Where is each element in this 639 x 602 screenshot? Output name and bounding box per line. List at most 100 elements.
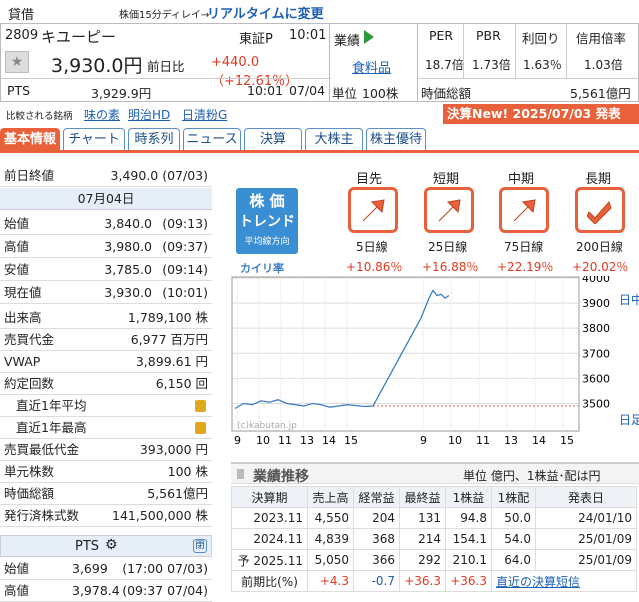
stat-row: 出来高 1,789,100 株 — [0, 307, 212, 329]
compare-row: 比較される銘柄 味の素 明治HD 日清粉G — [0, 102, 440, 124]
table-header: 1株配 — [491, 486, 536, 508]
ohlc-row: 始値 3,840.0 (09:13) — [0, 213, 212, 235]
market: 東証P — [239, 32, 273, 47]
last-time: (10:01) — [162, 285, 208, 300]
pts-high-time: (09:37 07/04) — [122, 583, 208, 598]
pbr-label: PBR — [476, 28, 501, 43]
per-label: PER — [429, 28, 454, 43]
lock-icon[interactable] — [195, 400, 206, 412]
stat-label: 直近1年平均 — [16, 398, 87, 413]
stat-label: 時価総額 — [4, 486, 55, 501]
stat-row: 時価総額 5,561億円 — [0, 483, 212, 505]
stat-value: 100 株 — [167, 464, 208, 479]
stat-label: 出来高 — [4, 310, 42, 325]
compare-label: 比較される銘柄 — [6, 111, 73, 122]
tab-kessan[interactable]: 決算 — [244, 128, 302, 150]
x-tick-label: 15 — [560, 434, 574, 447]
compare-link-3[interactable]: 日清粉G — [182, 106, 227, 123]
star-icon[interactable]: ★ — [5, 51, 29, 73]
lock-icon[interactable] — [195, 422, 206, 434]
trend-up-arrow-icon[interactable] — [424, 187, 474, 233]
kessan-tanshin-link[interactable]: 直近の決算短信 — [496, 575, 580, 589]
trend-up-arrow-icon[interactable] — [348, 187, 398, 233]
prev-close-row: 前日終値 3,490.0 (07/03) — [0, 165, 212, 187]
tab-underline — [0, 150, 639, 153]
high-time: (09:37) — [162, 239, 208, 254]
open-time: (09:13) — [162, 216, 208, 231]
trend-period: 長期 — [585, 172, 612, 187]
tab-basic-info[interactable]: 基本情報 — [0, 128, 60, 150]
x-tick-label: 11 — [278, 434, 292, 447]
trend-rate: +22.19％ — [497, 260, 554, 274]
y-tick-label: 3800 — [582, 322, 610, 335]
unit-value: 100株 — [362, 86, 399, 101]
stat-label: 単元株数 — [4, 464, 55, 479]
perf-marker-icon — [237, 469, 244, 479]
tab-timeseries[interactable]: 時系列 — [128, 128, 180, 150]
pts-row: 始値 3,699 (17:00 07/03) — [0, 558, 212, 580]
trend-rate: +10.86％ — [346, 260, 403, 274]
chart-side-label-2[interactable]: 日足 — [619, 413, 639, 427]
compare-link-2[interactable]: 明治HD — [128, 106, 170, 123]
tab-news[interactable]: ニュース — [183, 128, 241, 150]
intraday-chart[interactable]: 4000 3900 3800 3700 3600 3500 9 10 11 13 14 15 9 10 11… — [231, 276, 639, 448]
stock-code: 2809 — [5, 28, 39, 43]
chart-side-label-1[interactable]: 日中足 — [619, 292, 639, 307]
x-tick-label: 13 — [300, 434, 314, 447]
tab-benefits[interactable]: 株主優待 — [366, 128, 426, 150]
per-value: 18.7倍 — [425, 58, 464, 72]
x-tick-label: 9 — [420, 434, 427, 447]
table-row: 前期比(%) +4.3 -0.7 +36.3 +36.3 直近の決算短信 — [231, 570, 637, 592]
low-time: (09:14) — [162, 262, 208, 277]
x-tick-label: 10 — [448, 434, 462, 447]
yield-label: 利回り — [522, 31, 560, 46]
compare-link-1[interactable]: 味の素 — [84, 106, 120, 123]
yield-value: 1.63％ — [523, 58, 562, 72]
pts-row: 高値 3,978.4 (09:37 07/04) — [0, 580, 212, 602]
tab-chart[interactable]: チャート — [63, 128, 125, 150]
x-tick-label: 15 — [344, 434, 358, 447]
table-header: 発表日 — [535, 486, 637, 508]
gear-icon[interactable]: ⚙ — [105, 537, 118, 553]
margin-ratio-value: 1.03倍 — [584, 58, 623, 72]
x-tick-label: 13 — [504, 434, 518, 447]
trend-up-arrow-icon[interactable] — [499, 187, 549, 233]
current-price: 3,930.0円 — [51, 55, 143, 77]
trend-period: 短期 — [433, 172, 460, 187]
pbr-value: 1.73倍 — [472, 58, 511, 72]
table-row: 2023.11 4,550 204 131 94.8 50.0 24/01/10 — [231, 507, 637, 529]
realtime-link[interactable]: リアルタイムに変更 — [207, 3, 324, 22]
ratios-box: PER PBR 利回り 信用倍率 18.7倍 1.73倍 1.63％ 1.03倍… — [418, 24, 639, 102]
stat-value: 6,977 百万円 — [130, 332, 208, 347]
perf-header: 業績推移 単位 億円、1株益･配は円 — [231, 462, 639, 485]
stat-row: 直近1年平均 — [0, 395, 212, 417]
trend-title-2: トレンド — [239, 214, 295, 230]
low-label: 安値 — [4, 262, 30, 277]
trend-check-up-icon[interactable] — [575, 187, 625, 233]
table-header: 経常益 — [353, 486, 400, 508]
sector-link[interactable]: 食料品 — [352, 57, 391, 76]
pts-open-time: (17:00 07/03) — [122, 561, 208, 576]
stat-label: 売買代金 — [4, 332, 55, 347]
x-tick-label: 9 — [234, 434, 241, 447]
delay-note: 株価15分ディレイ→ — [119, 10, 210, 21]
perf-table: 決算期 売上高 経常益 最終益 1株益 1株配 発表日 2023.11 4,550… — [231, 486, 637, 592]
kessan-banner[interactable]: 決算New! 2025/07/03 発表 — [443, 104, 639, 124]
date-header: 07月04日 — [0, 188, 212, 210]
stat-value: 141,500,000 株 — [112, 508, 208, 523]
unit-label: 単位 — [332, 86, 358, 101]
y-tick-label: 3900 — [582, 297, 610, 310]
table-row: 予 2025.11 5,050 366 292 210.1 64.0 25/01/09 — [231, 549, 637, 571]
market-cap-label: 時価総額 — [421, 86, 472, 101]
stat-row: 直近1年最高 — [0, 417, 212, 439]
market-cap-value: 5,561億円 — [570, 86, 631, 101]
gyoseki-label: 業績 — [334, 34, 361, 49]
tab-shareholders[interactable]: 大株主 — [305, 128, 363, 150]
chart-frame — [231, 276, 580, 432]
pts-time: 10:01 — [247, 83, 284, 98]
close-button[interactable]: 閉 — [193, 539, 207, 553]
prev-diff-label: 前日比 — [147, 59, 185, 74]
stat-row: VWAP 3,899.61 円 — [0, 351, 212, 373]
pts-box-header: PTS ⚙ 閉 — [0, 535, 212, 557]
quote-time: 10:01 — [289, 28, 327, 43]
